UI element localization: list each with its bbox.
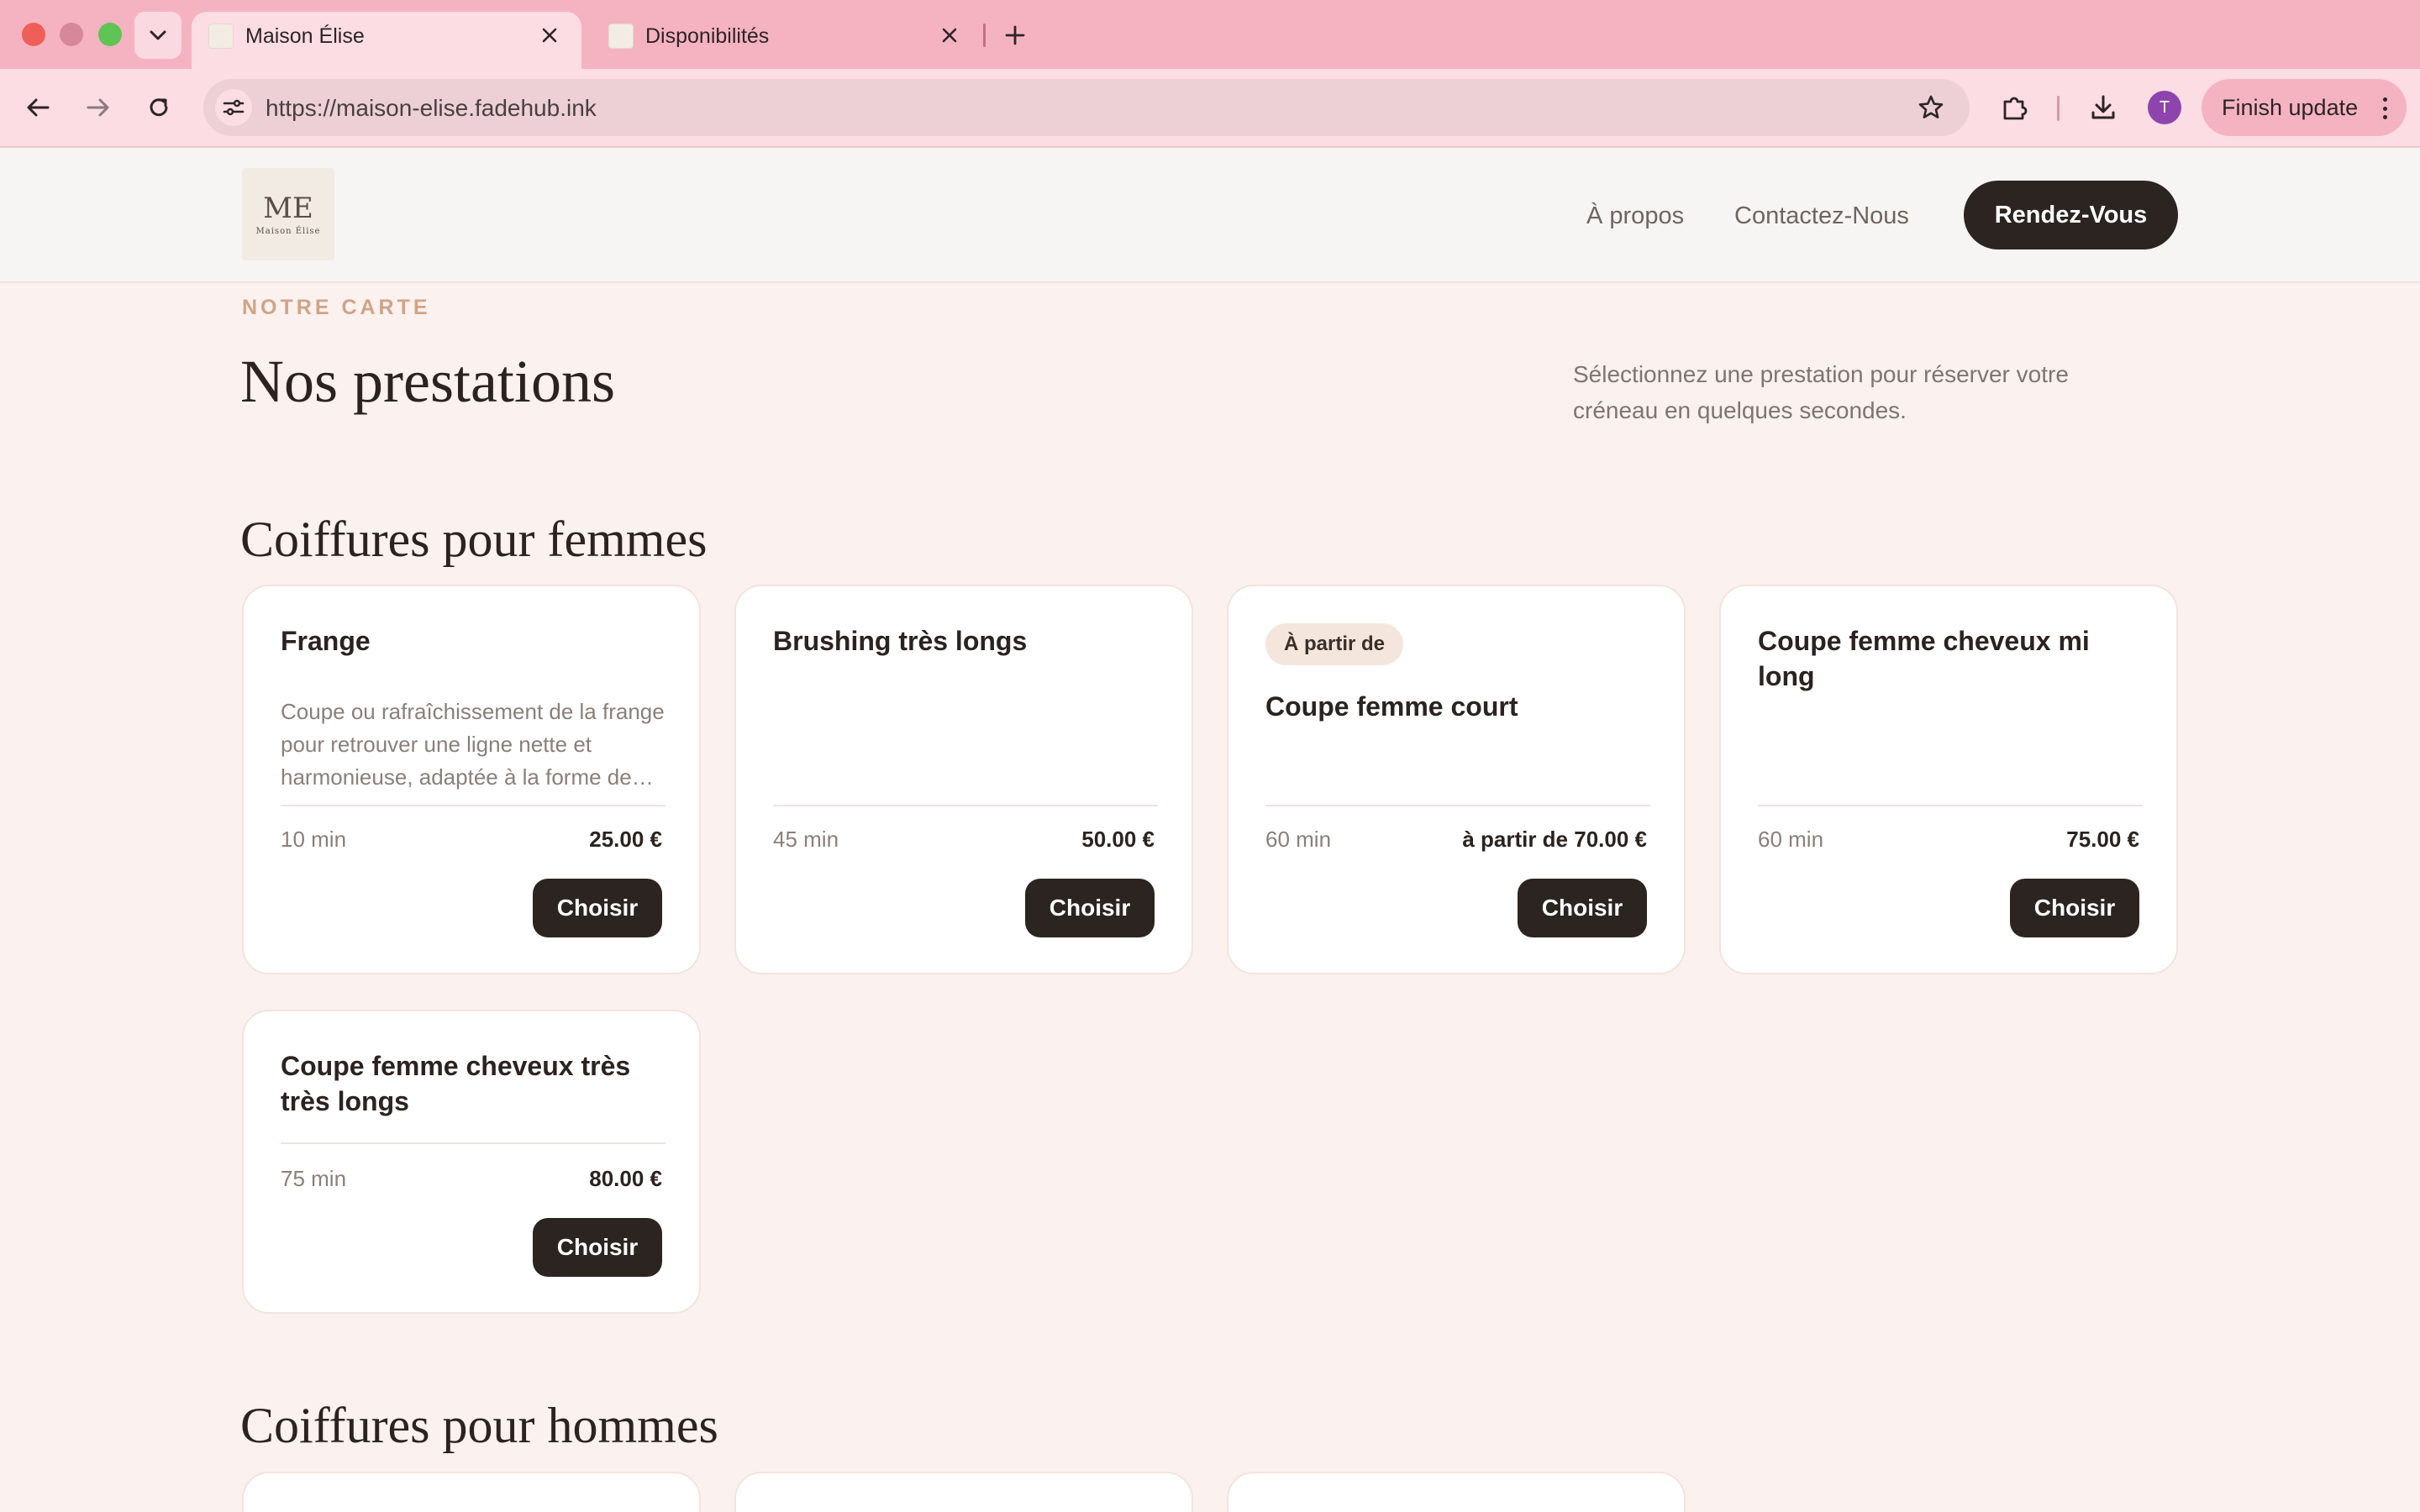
more-vertical-icon xyxy=(2381,97,2388,119)
section-eyebrow: NOTRE CARTE xyxy=(242,296,431,319)
close-tab-button[interactable] xyxy=(536,22,563,49)
service-duration: 45 min xyxy=(773,827,839,852)
service-duration: 75 min xyxy=(281,1166,347,1191)
service-card: Brushing très longs 45 min 50.00 € Chois… xyxy=(734,585,1193,974)
service-price: 80.00 € xyxy=(589,1166,662,1191)
extensions-button[interactable] xyxy=(1995,88,2033,127)
favicon-icon xyxy=(208,24,234,49)
service-name: Coupe femme cheveux mi long xyxy=(1758,626,2090,691)
toolbar-separator xyxy=(2057,96,2060,121)
service-name: Coupe femme cheveux très très longs xyxy=(281,1051,631,1116)
forward-button[interactable] xyxy=(79,88,118,127)
finish-update-button[interactable]: Finish update xyxy=(2202,79,2407,136)
arrow-right-icon xyxy=(87,98,109,117)
window-minimize-button[interactable] xyxy=(60,23,83,46)
logo-brand-name: Maison Élise xyxy=(255,226,321,236)
price-badge: À partir de xyxy=(1265,623,1404,665)
service-duration: 60 min xyxy=(1758,827,1824,852)
back-button[interactable] xyxy=(18,88,57,127)
card-divider xyxy=(1758,805,2143,806)
service-duration: 60 min xyxy=(1265,827,1332,852)
rendez-vous-button[interactable]: Rendez-Vous xyxy=(1964,181,2178,249)
service-description: Coupe ou rafraîchissement de la frange p… xyxy=(281,699,665,790)
arrow-left-icon xyxy=(27,98,50,117)
card-divider xyxy=(773,805,1158,806)
service-card xyxy=(734,1472,1193,1512)
category-title-hommes: Coiffures pour hommes xyxy=(240,1398,718,1453)
window-maximize-button[interactable] xyxy=(98,23,122,46)
card-divider xyxy=(281,805,666,806)
tab-title: Maison Élise xyxy=(245,24,365,48)
tab-title: Disponibilités xyxy=(645,24,770,48)
tab-maison-elise[interactable]: Maison Élise xyxy=(192,12,581,69)
service-card: Coupe femme cheveux mi long 60 min 75.00… xyxy=(1719,585,2178,974)
service-price: à partir de 70.00 € xyxy=(1462,827,1647,852)
bookmark-button[interactable] xyxy=(1916,92,1946,123)
service-name: Brushing très longs xyxy=(773,626,1028,656)
choose-button[interactable]: Choisir xyxy=(533,879,662,937)
download-icon xyxy=(2091,95,2115,119)
downloads-button[interactable] xyxy=(2084,88,2123,127)
choose-button[interactable]: Choisir xyxy=(1025,879,1155,937)
plus-icon xyxy=(1005,25,1025,45)
star-icon xyxy=(1918,95,1944,118)
service-duration: 10 min xyxy=(281,827,347,852)
favicon-icon xyxy=(608,24,634,49)
finish-update-label: Finish update xyxy=(2222,94,2359,120)
service-card: Frange Coupe ou rafraîchissement de la f… xyxy=(242,585,701,974)
service-card: À partir de Coupe femme court 60 min à p… xyxy=(1227,585,1686,974)
service-card xyxy=(242,1472,701,1512)
site-info-button[interactable] xyxy=(215,89,252,126)
browser-toolbar: https://maison-elise.fadehub.ink T Finis… xyxy=(0,69,2420,148)
close-icon xyxy=(942,28,957,43)
reload-button[interactable] xyxy=(139,88,178,127)
site-header: ME Maison Élise À propos Contactez-Nous … xyxy=(0,148,2420,283)
category-title-femmes: Coiffures pour femmes xyxy=(240,512,708,567)
tab-disponibilites[interactable]: Disponibilités xyxy=(592,12,981,69)
card-divider xyxy=(1265,805,1650,806)
service-name: Coupe femme court xyxy=(1265,691,1518,722)
service-card xyxy=(1227,1472,1686,1512)
site-logo[interactable]: ME Maison Élise xyxy=(242,168,334,260)
puzzle-icon xyxy=(2003,97,2028,120)
service-name: Frange xyxy=(281,626,371,656)
tune-icon xyxy=(223,99,245,116)
service-price: 50.00 € xyxy=(1081,827,1155,852)
choose-button[interactable]: Choisir xyxy=(2010,879,2139,937)
service-price: 25.00 € xyxy=(589,827,662,852)
service-card: Coupe femme cheveux très très longs 75 m… xyxy=(242,1010,701,1314)
nav-link-a-propos[interactable]: À propos xyxy=(1586,202,1684,230)
tab-search-button[interactable] xyxy=(134,12,182,59)
chevron-down-icon xyxy=(150,30,166,40)
nav-link-contact[interactable]: Contactez-Nous xyxy=(1734,202,1909,230)
profile-avatar[interactable]: T xyxy=(2148,91,2181,124)
reload-icon xyxy=(150,98,168,117)
page-intro: Sélectionnez une prestation pour réserve… xyxy=(1573,361,2069,423)
card-divider xyxy=(281,1142,666,1144)
window-close-button[interactable] xyxy=(22,23,45,46)
service-price: 75.00 € xyxy=(2066,827,2139,852)
choose-button[interactable]: Choisir xyxy=(1518,879,1647,937)
page-title: Nos prestations xyxy=(240,348,615,415)
tab-separator xyxy=(983,24,986,47)
browser-tab-bar: Maison Élise Disponibilités xyxy=(0,0,2420,69)
new-tab-button[interactable] xyxy=(998,18,1032,52)
close-tab-button[interactable] xyxy=(936,22,963,49)
close-icon xyxy=(542,28,557,43)
logo-monogram: ME xyxy=(263,191,313,225)
address-bar[interactable]: https://maison-elise.fadehub.ink xyxy=(203,79,1970,136)
url-text: https://maison-elise.fadehub.ink xyxy=(266,95,597,121)
choose-button[interactable]: Choisir xyxy=(533,1218,662,1277)
